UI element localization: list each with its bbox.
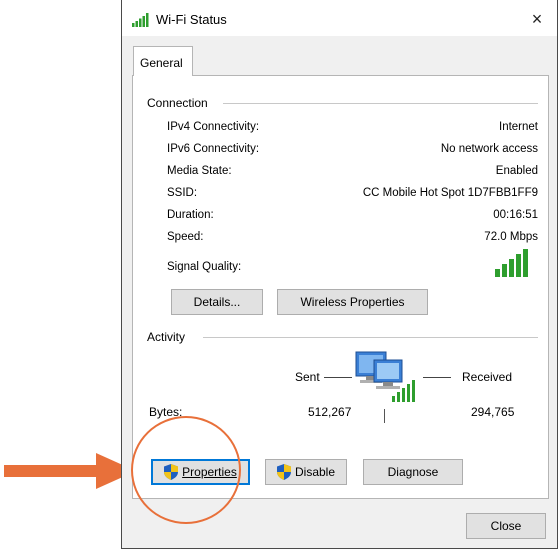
sent-line bbox=[324, 377, 352, 378]
media-state-value: Enabled bbox=[495, 165, 538, 177]
signal-quality-label: Signal Quality: bbox=[167, 261, 242, 273]
ipv4-label: IPv4 Connectivity: bbox=[167, 121, 260, 133]
tab-general[interactable]: General bbox=[133, 46, 193, 76]
annotation-arrow-icon bbox=[4, 453, 136, 489]
activity-group-label: Activity bbox=[147, 330, 190, 344]
wifi-signal-icon bbox=[132, 13, 149, 27]
speed-value: 72.0 Mbps bbox=[484, 231, 538, 243]
media-state-label: Media State: bbox=[167, 165, 232, 177]
uac-shield-icon bbox=[276, 464, 291, 480]
ssid-label: SSID: bbox=[167, 187, 198, 199]
window-title: Wi-Fi Status bbox=[156, 12, 227, 27]
close-button-label: Close bbox=[490, 519, 522, 533]
speed-label: Speed: bbox=[167, 231, 204, 243]
wireless-properties-button[interactable]: Wireless Properties bbox=[277, 289, 428, 315]
disable-button[interactable]: Disable bbox=[265, 459, 347, 485]
bytes-sent-value: 512,267 bbox=[308, 405, 352, 419]
duration-label: Duration: bbox=[167, 209, 214, 221]
sent-label: Sent bbox=[295, 370, 320, 384]
details-button-label: Details... bbox=[193, 295, 241, 309]
ipv6-value: No network access bbox=[440, 143, 538, 155]
activity-separator bbox=[384, 409, 385, 423]
ipv6-label: IPv6 Connectivity: bbox=[167, 143, 260, 155]
received-label: Received bbox=[462, 370, 513, 384]
wireless-properties-label: Wireless Properties bbox=[300, 295, 405, 309]
ipv4-value: Internet bbox=[499, 121, 538, 133]
network-computers-icon bbox=[355, 351, 415, 402]
disable-button-label: Disable bbox=[294, 465, 336, 479]
details-button[interactable]: Details... bbox=[171, 289, 263, 315]
ssid-value: CC Mobile Hot Spot 1D7FBB1FF9 bbox=[362, 187, 538, 199]
connection-group-label: Connection bbox=[147, 96, 212, 110]
diagnose-button-label: Diagnose bbox=[387, 465, 439, 479]
duration-value: 00:16:51 bbox=[493, 209, 538, 221]
bytes-received-value: 294,765 bbox=[471, 405, 515, 419]
close-button[interactable]: Close bbox=[466, 513, 546, 539]
annotation-highlight-circle bbox=[131, 416, 241, 524]
diagnose-button[interactable]: Diagnose bbox=[363, 459, 463, 485]
signal-strength-icon bbox=[495, 249, 528, 277]
activity-divider bbox=[203, 337, 538, 338]
connection-divider bbox=[223, 103, 538, 104]
title-bar: Wi-Fi Status × bbox=[122, 0, 557, 36]
close-window-icon[interactable]: × bbox=[525, 8, 549, 30]
received-line bbox=[423, 377, 451, 378]
